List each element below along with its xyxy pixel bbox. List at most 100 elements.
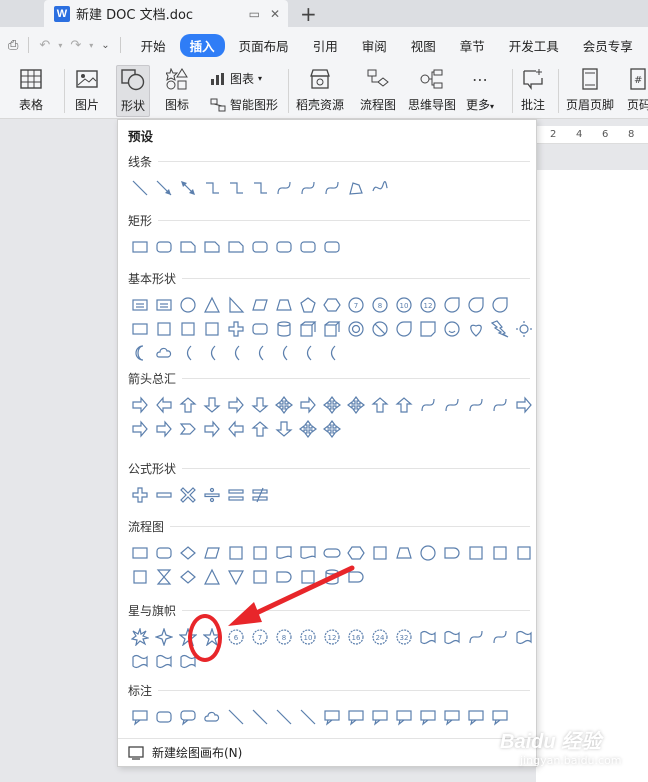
can-icon[interactable] [272, 317, 296, 341]
arrow-line-icon[interactable] [152, 176, 176, 200]
round2-rect-icon[interactable] [296, 235, 320, 259]
horizontal-ruler[interactable]: 2 4 6 8 [536, 126, 648, 144]
no-symbol-icon[interactable] [368, 317, 392, 341]
cloud-icon[interactable] [152, 341, 176, 365]
down-arrow-icon[interactable] [200, 393, 224, 417]
snip-rect-icon[interactable] [176, 235, 200, 259]
dodecagon-icon[interactable]: 12 [416, 293, 440, 317]
minus-icon[interactable] [152, 483, 176, 507]
curved-ribbon-down-icon[interactable] [488, 625, 512, 649]
round-rect-icon[interactable] [152, 235, 176, 259]
plaque-icon[interactable] [248, 317, 272, 341]
pentagon-icon[interactable] [296, 293, 320, 317]
moon-icon[interactable] [128, 341, 152, 365]
chevron-icon[interactable] [176, 417, 200, 441]
hexagon-icon[interactable] [320, 293, 344, 317]
left-brace-icon[interactable] [296, 341, 320, 365]
notched-right-arrow-icon[interactable] [128, 417, 152, 441]
docer-resources-button[interactable]: 稻壳资源 [296, 67, 344, 113]
line-callout4-icon[interactable] [296, 705, 320, 729]
double-arrow-icon[interactable] [176, 176, 200, 200]
print-preview-icon[interactable]: ⎙ [8, 38, 18, 53]
curve-arrow-icon[interactable] [296, 176, 320, 200]
right-arrow-icon[interactable] [128, 393, 152, 417]
freeform-icon[interactable] [344, 176, 368, 200]
sort-icon[interactable] [176, 565, 200, 589]
accent-callout4-icon[interactable] [392, 705, 416, 729]
parallelogram-icon[interactable] [248, 293, 272, 317]
left-arrow-callout-icon[interactable] [224, 417, 248, 441]
left-right-up-arrow-icon[interactable] [296, 393, 320, 417]
l-shape-icon[interactable] [176, 317, 200, 341]
heptagon-icon[interactable]: 7 [344, 293, 368, 317]
up-arrow-icon[interactable] [176, 393, 200, 417]
document-tab[interactable]: W 新建 DOC 文档.doc ▭ ✕ [44, 0, 288, 27]
frame-icon[interactable] [128, 317, 152, 341]
smart-graphic-button[interactable]: 智能图形 [210, 96, 278, 113]
menu-item[interactable]: 会员专享 [573, 34, 643, 57]
bevel-icon[interactable] [320, 317, 344, 341]
snip-round-rect-icon[interactable] [248, 235, 272, 259]
rect-callout-icon[interactable] [128, 705, 152, 729]
star32-icon[interactable]: 32 [392, 625, 416, 649]
decision-icon[interactable] [176, 541, 200, 565]
divide-icon[interactable] [200, 483, 224, 507]
line-callout3-icon[interactable] [272, 705, 296, 729]
oval-callout-icon[interactable] [176, 705, 200, 729]
offpage-connector-icon[interactable] [440, 541, 464, 565]
heart-icon[interactable] [464, 317, 488, 341]
customize-toolbar-icon[interactable]: ⌄ [101, 40, 109, 51]
u-turn-arrow-icon[interactable] [344, 393, 368, 417]
border-callout3-icon[interactable] [464, 705, 488, 729]
round-rect-callout-icon[interactable] [152, 705, 176, 729]
accent-callout1-icon[interactable] [320, 705, 344, 729]
folded-corner-icon[interactable] [416, 317, 440, 341]
up-down-arrow-icon[interactable] [248, 393, 272, 417]
flowchart-button[interactable]: 流程图 [360, 67, 396, 113]
new-tab-button[interactable]: + [300, 2, 317, 26]
curved-up-arrow-icon[interactable] [464, 393, 488, 417]
round1-rect-icon[interactable] [272, 235, 296, 259]
octagon-icon[interactable]: 8 [368, 293, 392, 317]
left-arrow-icon[interactable] [152, 393, 176, 417]
teardrop-icon[interactable] [488, 293, 512, 317]
line-callout2-icon[interactable] [248, 705, 272, 729]
table-button[interactable]: 表格 [18, 67, 44, 113]
curve-double-icon[interactable] [320, 176, 344, 200]
bent-arrow-icon[interactable] [320, 393, 344, 417]
punched-tape-icon[interactable] [488, 541, 512, 565]
double-brace-icon[interactable] [224, 341, 248, 365]
double-bracket-icon[interactable] [200, 341, 224, 365]
pie-icon[interactable] [440, 293, 464, 317]
left-right-arrow-icon[interactable] [224, 393, 248, 417]
header-footer-button[interactable]: 页眉页脚 [566, 67, 614, 113]
manual-input-icon[interactable] [368, 541, 392, 565]
cube-icon[interactable] [296, 317, 320, 341]
triangle-icon[interactable] [200, 293, 224, 317]
menu-item[interactable]: 页面布局 [229, 34, 299, 57]
line-callout1-icon[interactable] [224, 705, 248, 729]
wave-icon[interactable] [152, 649, 176, 673]
document-page[interactable] [536, 170, 648, 782]
process-icon[interactable] [128, 541, 152, 565]
diagonal-stripe-icon[interactable] [200, 317, 224, 341]
page-number-button[interactable]: # 页码 [626, 67, 648, 113]
undo-dropdown-icon[interactable]: ▾ [58, 41, 62, 50]
quad-arrow-callout-icon[interactable] [296, 417, 320, 441]
circular-arrow-icon[interactable] [320, 417, 344, 441]
curved-ribbon-up-icon[interactable] [464, 625, 488, 649]
ribbon-up-icon[interactable] [416, 625, 440, 649]
curved-left-arrow-icon[interactable] [440, 393, 464, 417]
ellipse-icon[interactable] [176, 293, 200, 317]
cross-icon[interactable] [224, 317, 248, 341]
accent-callout3-icon[interactable] [368, 705, 392, 729]
rect-icon[interactable] [128, 235, 152, 259]
vertical-textbox-icon[interactable] [152, 293, 176, 317]
elbow-icon[interactable] [200, 176, 224, 200]
up-arrow-callout-icon[interactable] [248, 417, 272, 441]
menu-item[interactable]: 章节 [450, 34, 495, 57]
curved-right-arrow-icon[interactable] [416, 393, 440, 417]
lightning-icon[interactable] [488, 317, 512, 341]
window-mode-icon[interactable]: ▭ [249, 7, 260, 21]
quad-arrow-icon[interactable] [272, 393, 296, 417]
